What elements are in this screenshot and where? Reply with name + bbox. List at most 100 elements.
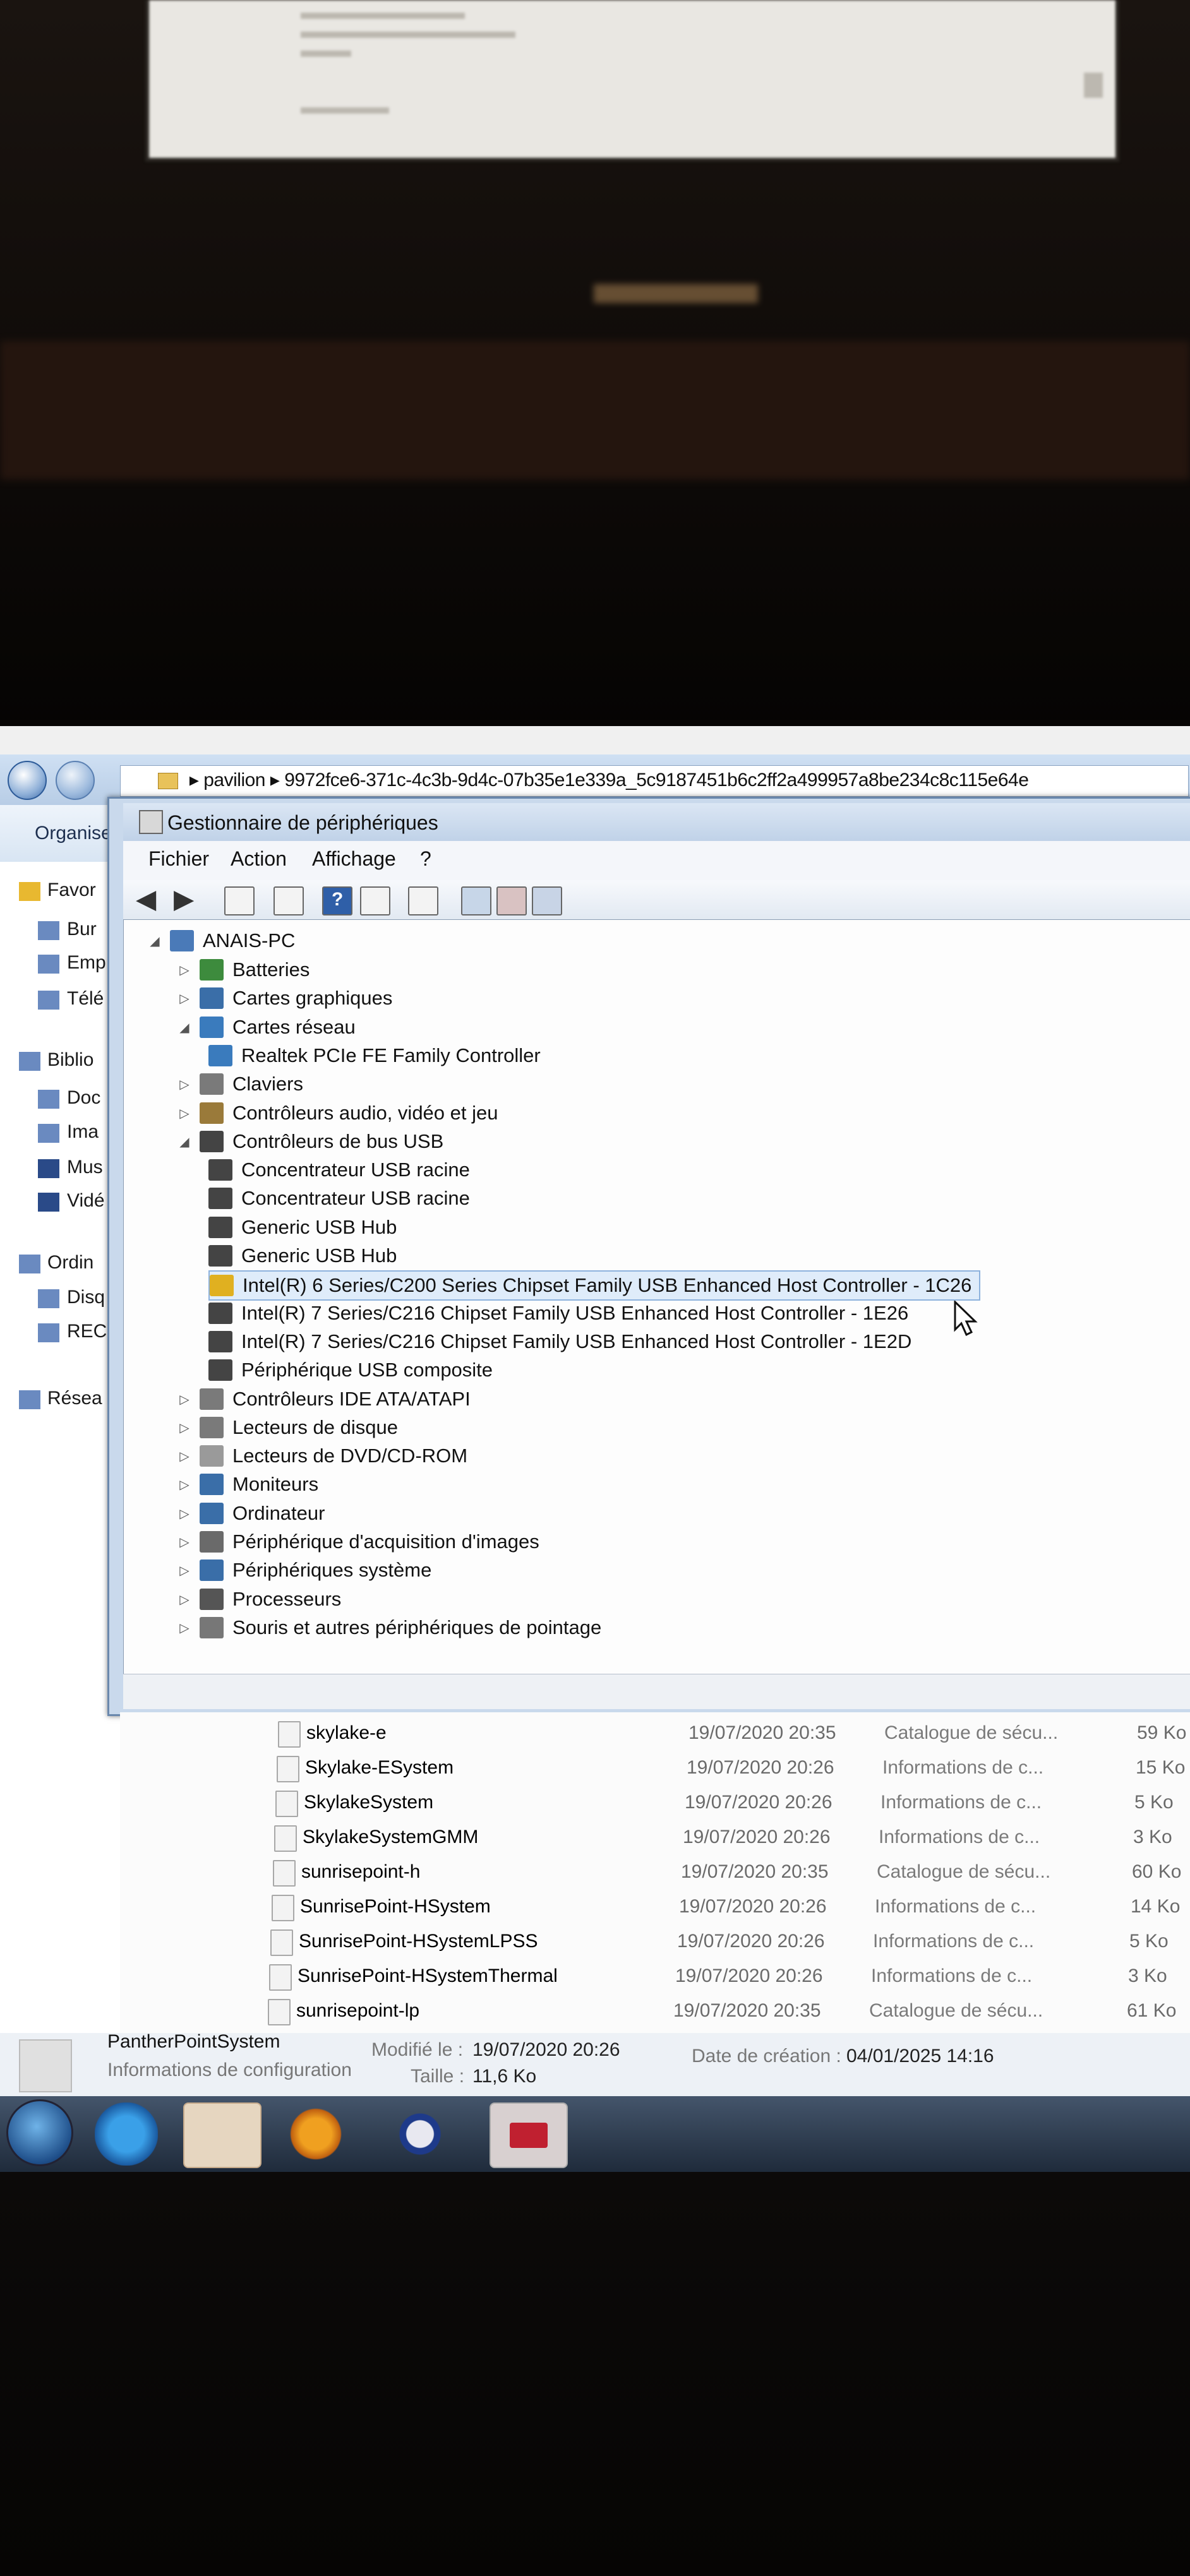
menu-help[interactable]: ? [420, 847, 431, 871]
file-icon [269, 1964, 292, 1991]
expand-arrow-icon[interactable]: ▷ [178, 1393, 191, 1407]
toolbox-icon[interactable] [490, 2102, 568, 2168]
nav-item[interactable]: Télé [67, 988, 104, 1010]
tree-device[interactable]: Intel(R) 7 Series/C216 Chipset Family US… [208, 1299, 908, 1327]
update-driver-icon[interactable] [461, 886, 491, 915]
nav-item-icon [38, 1159, 59, 1178]
tree-device[interactable]: Generic USB Hub [208, 1213, 397, 1241]
tree-category[interactable]: ▷ Ordinateur [178, 1500, 325, 1527]
file-name[interactable]: sunrisepoint-h [301, 1861, 420, 1883]
nav-item[interactable]: Biblio [47, 1049, 93, 1071]
tree-device[interactable]: Périphérique USB composite [208, 1356, 493, 1384]
tree-device[interactable]: Intel(R) 7 Series/C216 Chipset Family US… [208, 1328, 911, 1356]
nav-item[interactable]: Disq [67, 1287, 105, 1308]
tree-category[interactable]: ▷ Moniteurs [178, 1470, 318, 1498]
file-name[interactable]: SkylakeSystemGMM [303, 1827, 478, 1848]
tree-category[interactable]: ▷ Lecteurs de disque [178, 1414, 398, 1441]
collapse-arrow-icon[interactable]: ◢ [178, 1135, 191, 1149]
forward-arrow-icon[interactable]: ▶ [174, 886, 194, 912]
file-name[interactable]: SunrisePoint-HSystemThermal [298, 1965, 558, 1987]
nav-item[interactable]: Mus [67, 1157, 103, 1178]
tree-category[interactable]: ▷ Cartes graphiques [178, 984, 392, 1012]
expand-arrow-icon[interactable]: ▷ [178, 1107, 191, 1121]
nav-item[interactable]: Doc [67, 1087, 100, 1109]
tree-device[interactable]: Concentrateur USB racine [208, 1156, 470, 1184]
nav-item-icon [38, 991, 59, 1010]
nav-item[interactable]: Emp [67, 952, 106, 974]
file-name[interactable]: SunrisePoint-HSystemLPSS [299, 1931, 538, 1952]
hp-icon[interactable] [388, 2102, 452, 2166]
menu-fichier[interactable]: Fichier [148, 847, 209, 871]
tree-category[interactable]: ▷ Lecteurs de DVD/CD-ROM [178, 1442, 467, 1470]
nav-item[interactable]: Résea [47, 1388, 102, 1409]
expand-arrow-icon[interactable]: ▷ [178, 1507, 191, 1521]
nav-item[interactable]: REC [67, 1321, 107, 1342]
tree-category[interactable]: ▷ Souris et autres périphériques de point… [178, 1614, 601, 1642]
back-arrow-icon[interactable]: ◀ [136, 886, 156, 912]
nav-item[interactable]: Ima [67, 1121, 99, 1143]
file-icon [270, 1929, 293, 1956]
tree-item-label: Intel(R) 7 Series/C216 Chipset Family US… [241, 1330, 912, 1352]
explorer-icon[interactable] [183, 2102, 261, 2168]
tree-device[interactable]: Concentrateur USB racine [208, 1184, 470, 1212]
expand-arrow-icon[interactable]: ▷ [178, 1450, 191, 1464]
expand-arrow-icon[interactable]: ▷ [178, 1593, 191, 1607]
breadcrumb-folder[interactable]: 9972fce6-371c-4c3b-9d4c-07b35e1e339a_5c9… [284, 770, 1029, 790]
forward-button[interactable] [56, 761, 95, 800]
expand-arrow-icon[interactable]: ▷ [178, 1421, 191, 1435]
expand-arrow-icon[interactable]: ▷ [178, 1621, 191, 1635]
menu-affichage[interactable]: Affichage [312, 847, 396, 871]
file-name[interactable]: SunrisePoint-HSystem [300, 1896, 491, 1917]
collapse-arrow-icon[interactable]: ◢ [178, 1021, 191, 1035]
file-icon [273, 1860, 296, 1887]
tree-category[interactable]: ◢ Contrôleurs de bus USB [178, 1128, 443, 1155]
organise-button[interactable]: Organiser [35, 823, 118, 844]
uninstall-icon[interactable] [496, 886, 527, 915]
expand-arrow-icon[interactable]: ▷ [178, 992, 191, 1006]
nav-item[interactable]: Ordin [47, 1252, 93, 1273]
tree-category[interactable]: ▷ Périphériques système [178, 1556, 431, 1584]
show-hide-console-tree-icon[interactable] [224, 886, 255, 915]
back-button[interactable] [8, 761, 47, 800]
tree-category[interactable]: ▷ Contrôleurs IDE ATA/ATAPI [178, 1385, 471, 1413]
tree-category[interactable]: ▷ Processeurs [178, 1585, 341, 1613]
file-size: 59 Ko [1137, 1722, 1187, 1743]
nav-item[interactable]: Bur [67, 919, 97, 940]
tree-category[interactable]: ▷ Contrôleurs audio, vidéo et jeu [178, 1099, 498, 1127]
action-pane-icon[interactable] [360, 886, 390, 915]
computer-icon [170, 930, 194, 951]
tree-device[interactable]: Realtek PCIe FE Family Controller [208, 1042, 541, 1070]
tree-item-label: Ordinateur [232, 1502, 325, 1524]
nav-item[interactable]: Vidé [67, 1190, 105, 1212]
start-orb-icon[interactable] [6, 2099, 73, 2166]
help-icon[interactable]: ? [322, 886, 352, 915]
expand-arrow-icon[interactable]: ▷ [178, 1078, 191, 1092]
tree-device[interactable]: Generic USB Hub [208, 1242, 397, 1270]
nav-item[interactable]: Favor [47, 880, 96, 901]
media-player-icon[interactable] [284, 2102, 347, 2166]
file-type: Catalogue de sécu... [869, 2000, 1043, 2021]
file-name[interactable]: Skylake-ESystem [305, 1757, 454, 1779]
tree-item-label: Contrôleurs IDE ATA/ATAPI [232, 1388, 471, 1410]
scan-hardware-icon[interactable] [408, 886, 438, 915]
tree-category[interactable]: ◢ Cartes réseau [178, 1013, 356, 1041]
breadcrumb-pavilion[interactable]: pavilion [203, 770, 265, 790]
expand-arrow-icon[interactable]: ▷ [178, 1478, 191, 1492]
expand-arrow-icon[interactable]: ▷ [178, 963, 191, 977]
expand-arrow-icon[interactable]: ▷ [178, 1564, 191, 1578]
tree-category[interactable]: ▷ Claviers [178, 1070, 303, 1098]
menu-action[interactable]: Action [231, 847, 287, 871]
properties-icon[interactable] [273, 886, 304, 915]
collapse-arrow-icon[interactable]: ◢ [148, 934, 161, 948]
tree-item-selected[interactable]: Intel(R) 6 Series/C200 Series Chipset Fa… [208, 1270, 981, 1301]
tree-category[interactable]: ▷ Batteries [178, 956, 310, 984]
tree-root[interactable]: ◢ ANAIS-PC [148, 927, 295, 955]
file-name[interactable]: SkylakeSystem [304, 1792, 433, 1813]
expand-arrow-icon[interactable]: ▷ [178, 1535, 191, 1549]
file-name[interactable]: sunrisepoint-lp [296, 2000, 419, 2022]
tree-category[interactable]: ▷ Périphérique d'acquisition d'images [178, 1528, 539, 1556]
details-size-value: 11,6 Ko [472, 2066, 537, 2087]
internet-explorer-icon[interactable] [95, 2102, 158, 2166]
file-name[interactable]: skylake-e [306, 1722, 387, 1744]
enable-device-icon[interactable] [532, 886, 562, 915]
